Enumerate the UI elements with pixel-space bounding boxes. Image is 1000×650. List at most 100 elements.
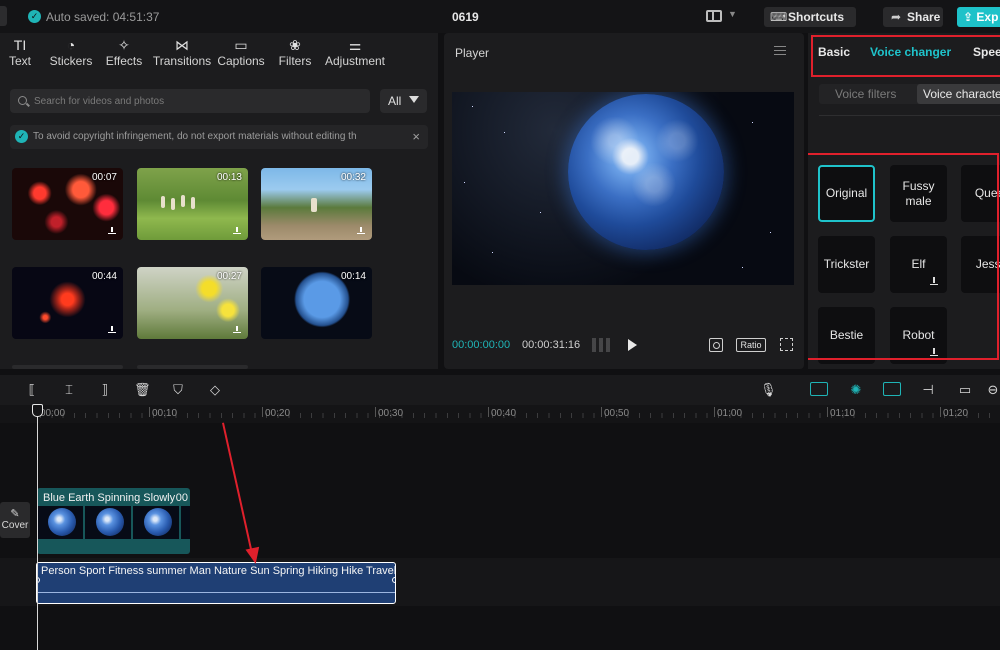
playhead[interactable] bbox=[37, 407, 38, 650]
download-icon[interactable] bbox=[233, 326, 241, 333]
thumbnail-duration: 00:13 bbox=[216, 172, 242, 183]
link-clips-icon[interactable] bbox=[810, 382, 828, 396]
shield-icon[interactable]: ◇ bbox=[208, 383, 222, 397]
split-view-icon[interactable]: ⊣ bbox=[921, 383, 935, 397]
edit-icon: ✎ bbox=[10, 508, 20, 520]
share-button[interactable]: ➦ Share bbox=[883, 7, 943, 27]
media-thumbnail[interactable]: 00:07 bbox=[12, 168, 123, 240]
timeline-ruler[interactable]: 00:00 00:10 00:20 00:30 00:40 00:50 01:0… bbox=[0, 405, 1000, 423]
tab-voice-filters[interactable]: Voice filters bbox=[829, 84, 902, 104]
tab-filters-label: Filters bbox=[278, 54, 312, 68]
export-button[interactable]: ⇪ Exp bbox=[957, 7, 1000, 27]
voice-card-bestie[interactable]: Bestie bbox=[818, 307, 875, 364]
voice-label: Jessi bbox=[975, 257, 1000, 271]
playhead-handle[interactable] bbox=[32, 404, 43, 417]
tab-adjustment[interactable]: ⚌ Adjustment bbox=[323, 36, 387, 68]
voice-card-trickster[interactable]: Trickster bbox=[818, 236, 875, 293]
divider bbox=[819, 115, 1000, 116]
search-icon bbox=[18, 96, 27, 105]
tab-filters[interactable]: ❀ Filters bbox=[276, 36, 314, 68]
star bbox=[540, 212, 541, 213]
zoom-out-icon[interactable]: ⊖ bbox=[986, 383, 1000, 397]
close-icon[interactable]: × bbox=[412, 129, 420, 144]
download-icon[interactable] bbox=[108, 227, 116, 234]
video-preview[interactable] bbox=[452, 92, 794, 285]
delete-icon[interactable]: 🗑 bbox=[134, 383, 151, 397]
play-icon[interactable] bbox=[628, 339, 637, 351]
layout-icon[interactable] bbox=[706, 10, 722, 22]
voice-card-elf[interactable]: Elf bbox=[890, 236, 947, 293]
filter-dropdown[interactable]: All bbox=[380, 89, 427, 113]
export-label: Exp bbox=[976, 10, 999, 24]
microphone-icon[interactable]: 🎙 bbox=[760, 383, 777, 397]
tab-voice-changer[interactable]: Voice changer bbox=[870, 45, 951, 59]
screen-icon[interactable]: ▭ bbox=[958, 383, 972, 397]
voice-label: Bestie bbox=[829, 328, 864, 342]
tab-voice-characters[interactable]: Voice characte bbox=[917, 84, 1000, 104]
media-thumbnail[interactable]: 00:13 bbox=[137, 168, 248, 240]
tab-text[interactable]: TI Text bbox=[6, 36, 34, 68]
voice-card-queen[interactable]: Quee bbox=[961, 165, 1000, 222]
menu-icon[interactable] bbox=[774, 46, 786, 55]
search-input[interactable] bbox=[34, 89, 364, 113]
thumbnail-duration: 00:07 bbox=[91, 172, 117, 183]
preview-axis-icon[interactable] bbox=[883, 382, 901, 396]
sticker-icon: ◔ bbox=[66, 37, 76, 53]
project-title[interactable]: 0619 bbox=[452, 10, 479, 24]
snapshot-icon[interactable] bbox=[709, 338, 723, 352]
tab-effects[interactable]: ✧ Effects bbox=[104, 36, 144, 68]
magnet-icon[interactable]: ✺ bbox=[849, 383, 863, 397]
effects-icon: ✧ bbox=[118, 37, 130, 53]
thumbnail-duration: 00:44 bbox=[91, 271, 117, 282]
chevron-down-icon[interactable]: ▼ bbox=[728, 9, 737, 19]
tab-basic[interactable]: Basic bbox=[818, 45, 850, 59]
thumbnail-duration: 00:32 bbox=[340, 172, 366, 183]
download-icon[interactable] bbox=[357, 227, 365, 234]
fullscreen-icon[interactable] bbox=[780, 338, 793, 351]
ruler-minor-ticks bbox=[40, 413, 1000, 418]
ruler-tick: 00:10 bbox=[148, 407, 178, 419]
download-icon[interactable] bbox=[108, 326, 116, 333]
voice-card-robot[interactable]: Robot bbox=[890, 307, 947, 364]
tab-transitions[interactable]: ⋈ Transitions bbox=[152, 36, 212, 68]
trim-handle-right[interactable] bbox=[392, 577, 395, 583]
download-icon[interactable] bbox=[930, 277, 938, 285]
transitions-icon: ⋈ bbox=[175, 37, 189, 53]
split-left-icon[interactable]: ⌶ bbox=[62, 383, 76, 397]
clip-title: Person Sport Fitness summer Man Nature S… bbox=[41, 565, 396, 577]
download-icon[interactable] bbox=[233, 227, 241, 234]
tab-speed[interactable]: Spee bbox=[973, 45, 1000, 59]
media-thumbnail[interactable]: 00:44 bbox=[12, 267, 123, 339]
top-bar: ✓ Auto saved: 04:51:37 0619 ▼ ⌨Shortcuts… bbox=[0, 0, 1000, 33]
clip-frame bbox=[133, 506, 179, 539]
media-thumbnail[interactable] bbox=[137, 365, 248, 369]
media-thumbnail[interactable] bbox=[12, 365, 123, 369]
tab-captions[interactable]: ▭ Captions bbox=[216, 36, 266, 68]
clip-frame bbox=[37, 506, 83, 539]
voice-card-original[interactable]: Original bbox=[818, 165, 875, 222]
shortcuts-button[interactable]: ⌨Shortcuts bbox=[764, 7, 856, 27]
media-thumbnail[interactable]: 00:32 bbox=[261, 168, 372, 240]
menu-tab-stub[interactable] bbox=[0, 6, 7, 26]
split-icon[interactable]: ⟦ bbox=[25, 383, 39, 397]
voice-card-jessie[interactable]: Jessi bbox=[961, 236, 1000, 293]
split-right-icon[interactable]: ⟧ bbox=[98, 383, 112, 397]
timeline-grid-icon[interactable] bbox=[592, 338, 612, 352]
download-icon[interactable] bbox=[930, 348, 938, 356]
video-clip[interactable]: Blue Earth Spinning Slowly 00 bbox=[37, 488, 190, 554]
share-label: Share bbox=[907, 10, 941, 24]
tab-stickers[interactable]: ◔ Stickers bbox=[48, 36, 94, 68]
voice-label: Original bbox=[825, 186, 868, 200]
cover-button[interactable]: ✎ Cover bbox=[0, 502, 30, 538]
audio-clip[interactable]: Person Sport Fitness summer Man Nature S… bbox=[36, 562, 396, 604]
annotation-arrow-head bbox=[245, 546, 263, 566]
player-title: Player bbox=[455, 46, 490, 60]
ratio-button[interactable]: Ratio bbox=[736, 338, 766, 352]
adjustment-icon: ⚌ bbox=[348, 37, 362, 53]
upload-icon: ⇪ bbox=[963, 10, 974, 24]
media-thumbnail[interactable]: 00:14 bbox=[261, 267, 372, 339]
clip-frame bbox=[181, 506, 190, 539]
shield-check-icon[interactable]: ⛉ bbox=[171, 383, 185, 397]
media-thumbnail[interactable]: 00:27 bbox=[137, 267, 248, 339]
voice-card-fussy-male[interactable]: Fussy male bbox=[890, 165, 947, 222]
